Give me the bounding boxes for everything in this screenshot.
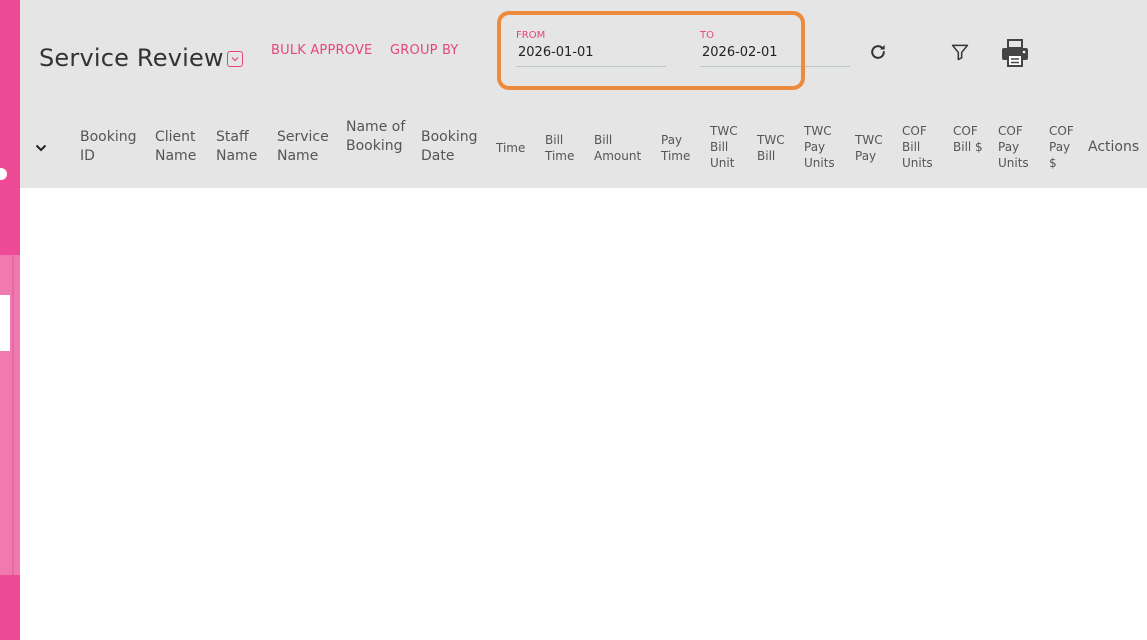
column-header-cof-bill-units[interactable]: COF Bill Units <box>902 123 938 172</box>
sidebar-toggle-handle[interactable] <box>0 168 7 180</box>
column-header-client-name[interactable]: Client Name <box>155 128 205 166</box>
title-dropdown-button[interactable] <box>227 51 243 67</box>
print-button[interactable] <box>999 37 1031 69</box>
column-header-cof-bill-dollars[interactable]: COF Bill $ <box>953 123 983 155</box>
left-sidebar <box>0 0 20 640</box>
printer-icon <box>1002 39 1028 67</box>
group-by-button[interactable]: GROUP BY <box>390 43 459 58</box>
column-header-bill-amount[interactable]: Bill Amount <box>594 132 649 164</box>
sidebar-divider <box>12 255 14 575</box>
column-header-pay-time[interactable]: Pay Time <box>661 132 696 164</box>
sidebar-active-indicator <box>0 295 10 351</box>
filter-icon <box>951 44 969 61</box>
column-header-twc-bill[interactable]: TWC Bill <box>757 132 792 164</box>
refresh-icon <box>871 44 885 59</box>
chevron-down-icon <box>35 144 47 152</box>
page-title: Service Review <box>39 44 224 72</box>
column-header-name-of-booking[interactable]: Name of Booking <box>346 118 406 156</box>
column-header-twc-pay-units[interactable]: TWC Pay Units <box>804 123 840 172</box>
column-header-time[interactable]: Time <box>496 140 536 156</box>
column-header-booking-date[interactable]: Booking Date <box>421 128 483 166</box>
bulk-approve-button[interactable]: BULK APPROVE <box>271 43 372 58</box>
sidebar-bottom-panel <box>0 575 20 640</box>
filter-button[interactable] <box>947 39 973 65</box>
column-header-twc-bill-unit[interactable]: TWC Bill Unit <box>710 123 745 172</box>
table-header-row: Booking ID Client Name Staff Name Servic… <box>20 108 1147 188</box>
date-range-highlight <box>497 11 805 90</box>
expand-all-button[interactable] <box>34 141 48 155</box>
column-header-bill-time[interactable]: Bill Time <box>545 132 585 164</box>
column-header-cof-pay-dollars[interactable]: COF Pay $ <box>1049 123 1079 172</box>
column-header-actions: Actions <box>1088 139 1140 155</box>
column-header-cof-pay-units[interactable]: COF Pay Units <box>998 123 1034 172</box>
chevron-down-icon <box>231 57 239 62</box>
refresh-button[interactable] <box>865 39 891 65</box>
column-header-staff-name[interactable]: Staff Name <box>216 128 261 166</box>
page-header: Service Review BULK APPROVE GROUP BY FRO… <box>20 0 1147 108</box>
table-body <box>20 188 1147 640</box>
column-header-twc-pay[interactable]: TWC Pay <box>855 132 890 164</box>
column-header-service-name[interactable]: Service Name <box>277 128 337 166</box>
column-header-booking-id[interactable]: Booking ID <box>80 128 145 166</box>
